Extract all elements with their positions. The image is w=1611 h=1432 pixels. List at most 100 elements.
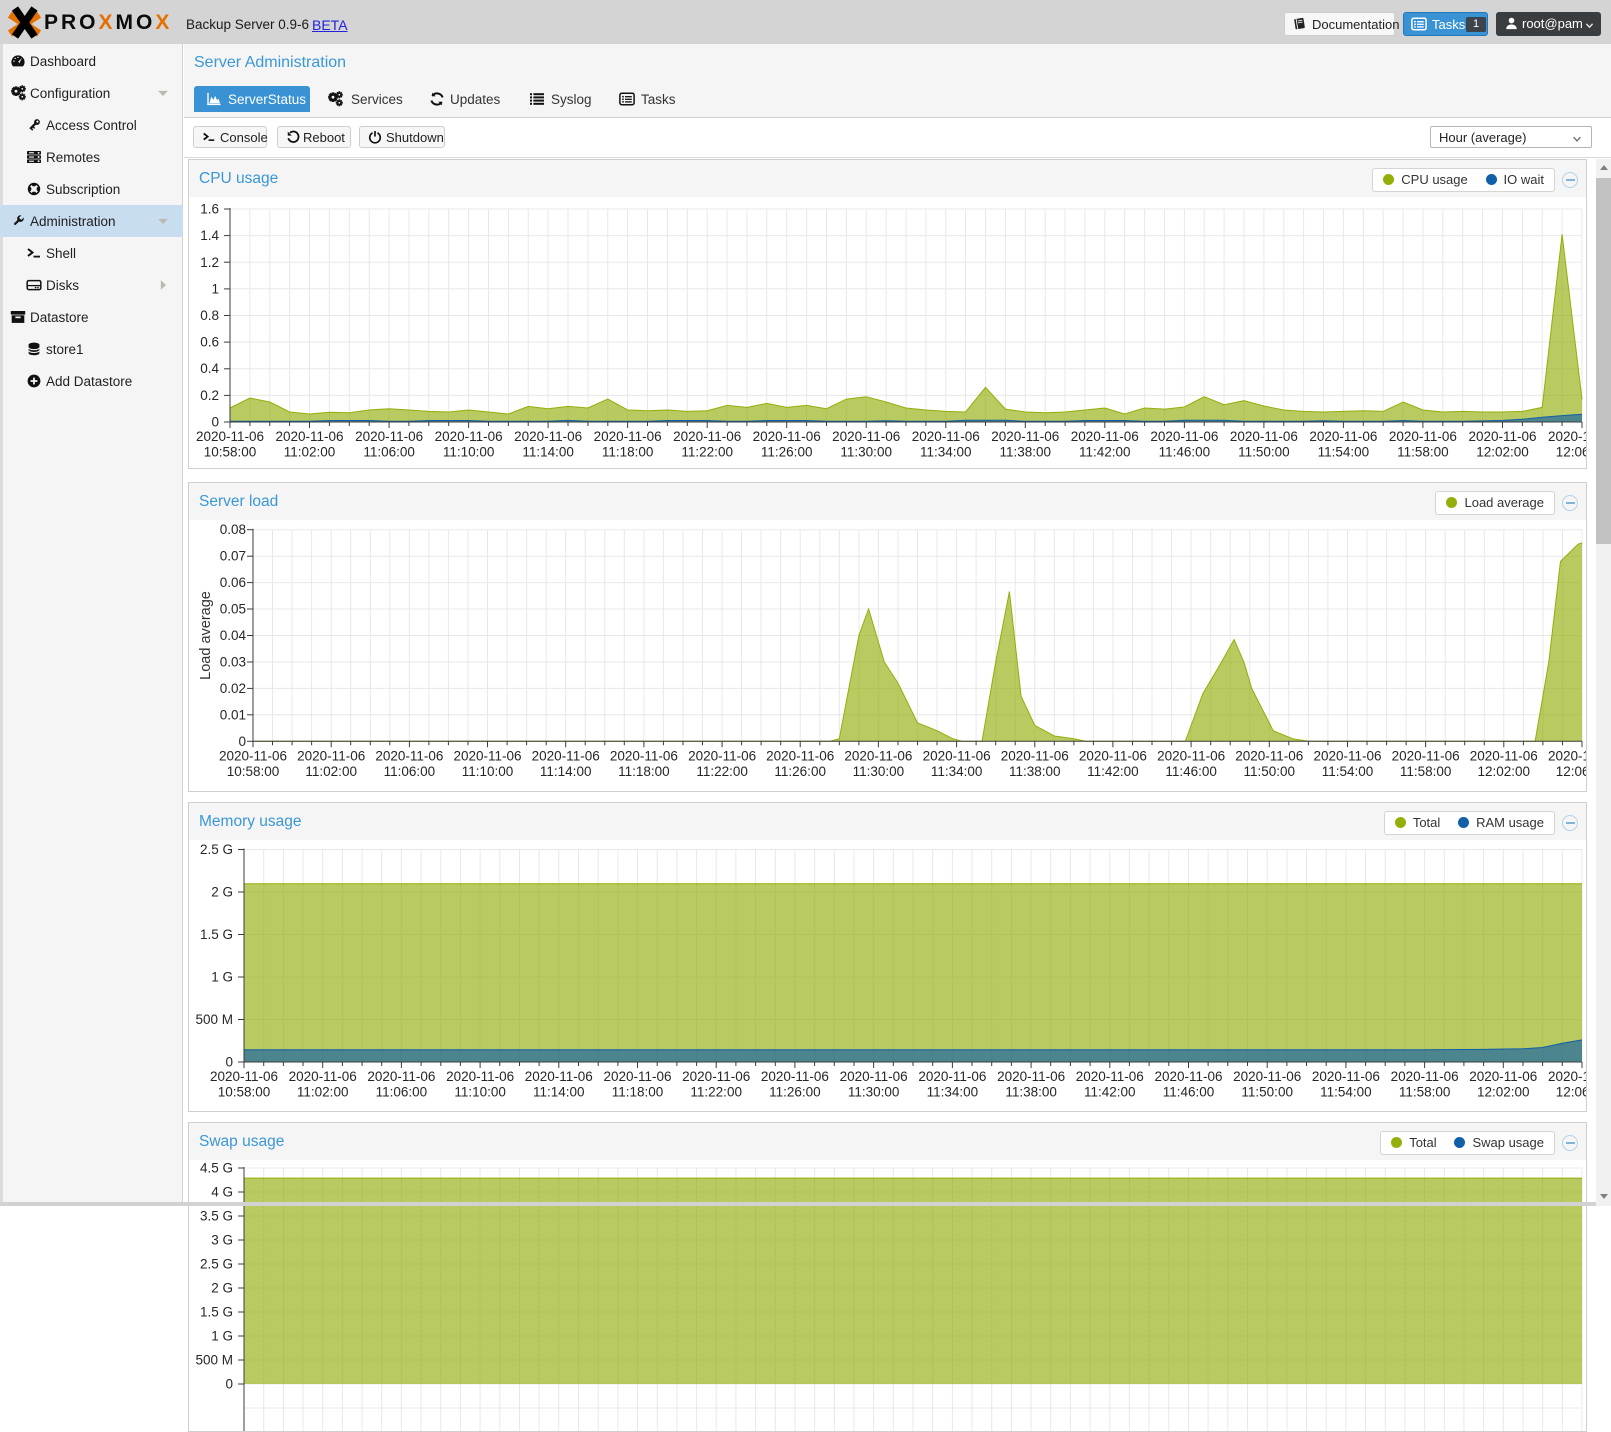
svg-text:0: 0 <box>225 1377 233 1392</box>
svg-text:12:02:00: 12:02:00 <box>1478 764 1531 779</box>
svg-text:0.8: 0.8 <box>200 308 219 323</box>
svg-text:11:58:00: 11:58:00 <box>1399 1085 1451 1100</box>
svg-text:2020-11-06: 2020-11-06 <box>1391 1069 1459 1084</box>
svg-text:11:18:00: 11:18:00 <box>602 445 654 460</box>
svg-text:2020-11-06: 2020-11-06 <box>923 748 991 763</box>
svg-text:2020-11-06: 2020-11-06 <box>761 1069 829 1084</box>
svg-text:2020-11-06: 2020-11-06 <box>1309 429 1377 444</box>
svg-text:500 M: 500 M <box>195 1012 233 1027</box>
svg-text:11:46:00: 11:46:00 <box>1163 1085 1215 1100</box>
svg-text:2020-11-06: 2020-11-06 <box>1312 1069 1380 1084</box>
svg-text:2020-11-06: 2020-11-06 <box>1233 1069 1301 1084</box>
svg-text:12:02:00: 12:02:00 <box>1477 1085 1530 1100</box>
svg-text:4.5 G: 4.5 G <box>200 1161 233 1176</box>
svg-text:0.02: 0.02 <box>220 681 246 696</box>
svg-text:2020-11-06: 2020-11-06 <box>275 429 343 444</box>
svg-text:12:06:00: 12:06:00 <box>1556 445 1586 460</box>
svg-text:2020-11-06: 2020-11-06 <box>1392 748 1460 763</box>
svg-text:Load average: Load average <box>198 591 214 680</box>
svg-text:10:58:00: 10:58:00 <box>218 1085 271 1100</box>
svg-text:11:18:00: 11:18:00 <box>612 1085 664 1100</box>
svg-text:11:22:00: 11:22:00 <box>696 764 748 779</box>
svg-text:2020-11-06: 2020-11-06 <box>297 748 365 763</box>
svg-text:2020-11-06: 2020-11-06 <box>446 1069 514 1084</box>
svg-text:11:50:00: 11:50:00 <box>1241 1085 1293 1100</box>
svg-text:0.2: 0.2 <box>200 388 219 403</box>
svg-text:11:18:00: 11:18:00 <box>618 764 670 779</box>
svg-text:2020-11-06: 2020-11-06 <box>1468 429 1536 444</box>
svg-text:1.6: 1.6 <box>200 202 219 217</box>
svg-text:11:26:00: 11:26:00 <box>761 445 813 460</box>
svg-text:11:02:00: 11:02:00 <box>305 764 357 779</box>
svg-text:11:10:00: 11:10:00 <box>462 764 514 779</box>
svg-text:11:06:00: 11:06:00 <box>376 1085 428 1100</box>
svg-text:11:38:00: 11:38:00 <box>1005 1085 1057 1100</box>
svg-text:2020-11-06: 2020-11-06 <box>682 1069 750 1084</box>
svg-text:2020-11-06: 2020-11-06 <box>367 1069 435 1084</box>
svg-text:2020-11-06: 2020-11-06 <box>219 748 287 763</box>
svg-text:2020-11-06: 2020-11-06 <box>532 748 600 763</box>
svg-text:2020-11-06: 2020-11-06 <box>1548 429 1586 444</box>
svg-text:2020-11-06: 2020-11-06 <box>1548 1069 1586 1084</box>
svg-text:11:34:00: 11:34:00 <box>931 764 983 779</box>
svg-text:11:38:00: 11:38:00 <box>1000 445 1052 460</box>
svg-text:0.06: 0.06 <box>220 575 246 590</box>
svg-text:2020-11-06: 2020-11-06 <box>453 748 521 763</box>
svg-text:2 G: 2 G <box>211 1281 233 1296</box>
svg-text:1.2: 1.2 <box>200 255 219 270</box>
svg-text:11:02:00: 11:02:00 <box>297 1085 349 1100</box>
svg-text:11:38:00: 11:38:00 <box>1009 764 1061 779</box>
svg-text:2020-11-06: 2020-11-06 <box>196 429 264 444</box>
svg-text:0.01: 0.01 <box>220 707 246 722</box>
svg-text:500 M: 500 M <box>195 1353 233 1368</box>
svg-text:11:42:00: 11:42:00 <box>1079 445 1131 460</box>
svg-text:11:34:00: 11:34:00 <box>920 445 972 460</box>
svg-text:2020-11-06: 2020-11-06 <box>1470 748 1538 763</box>
svg-text:11:22:00: 11:22:00 <box>681 445 733 460</box>
svg-text:11:02:00: 11:02:00 <box>284 445 336 460</box>
svg-text:2020-11-06: 2020-11-06 <box>1001 748 1069 763</box>
svg-text:2.5 G: 2.5 G <box>200 842 233 857</box>
svg-text:11:26:00: 11:26:00 <box>774 764 826 779</box>
svg-text:11:58:00: 11:58:00 <box>1397 445 1449 460</box>
svg-text:11:10:00: 11:10:00 <box>443 445 495 460</box>
svg-text:11:42:00: 11:42:00 <box>1084 1085 1136 1100</box>
svg-text:11:06:00: 11:06:00 <box>384 764 436 779</box>
svg-text:12:02:00: 12:02:00 <box>1476 445 1529 460</box>
svg-text:2020-11-06: 2020-11-06 <box>525 1069 593 1084</box>
svg-text:0.03: 0.03 <box>220 655 246 670</box>
svg-text:2020-11-06: 2020-11-06 <box>514 429 582 444</box>
svg-text:0.6: 0.6 <box>200 335 219 350</box>
svg-text:1.4: 1.4 <box>200 228 219 243</box>
svg-text:2020-11-06: 2020-11-06 <box>1154 1069 1222 1084</box>
svg-text:2020-11-06: 2020-11-06 <box>688 748 756 763</box>
svg-text:0: 0 <box>238 734 246 749</box>
svg-text:11:30:00: 11:30:00 <box>848 1085 900 1100</box>
svg-text:2020-11-06: 2020-11-06 <box>766 748 834 763</box>
svg-text:11:14:00: 11:14:00 <box>540 764 592 779</box>
svg-text:11:14:00: 11:14:00 <box>533 1085 585 1100</box>
svg-text:2020-11-06: 2020-11-06 <box>1071 429 1139 444</box>
svg-text:4 G: 4 G <box>211 1185 233 1200</box>
svg-text:2020-11-06: 2020-11-06 <box>289 1069 357 1084</box>
svg-text:2020-11-06: 2020-11-06 <box>1389 429 1457 444</box>
svg-text:11:42:00: 11:42:00 <box>1087 764 1139 779</box>
svg-text:2020-11-06: 2020-11-06 <box>991 429 1059 444</box>
svg-text:12:06:00: 12:06:00 <box>1556 1085 1586 1100</box>
svg-text:2020-11-06: 2020-11-06 <box>1079 748 1147 763</box>
svg-text:10:58:00: 10:58:00 <box>204 445 257 460</box>
svg-text:2020-11-06: 2020-11-06 <box>355 429 423 444</box>
svg-text:11:26:00: 11:26:00 <box>769 1085 821 1100</box>
svg-text:3 G: 3 G <box>211 1233 233 1248</box>
svg-text:2020-11-06: 2020-11-06 <box>832 429 900 444</box>
svg-text:2020-11-06: 2020-11-06 <box>1150 429 1218 444</box>
svg-text:12:06:00: 12:06:00 <box>1556 764 1586 779</box>
svg-text:2020-11-06: 2020-11-06 <box>603 1069 671 1084</box>
svg-text:11:54:00: 11:54:00 <box>1320 1085 1372 1100</box>
svg-text:3.5 G: 3.5 G <box>200 1209 233 1224</box>
svg-text:2.5 G: 2.5 G <box>200 1257 233 1272</box>
svg-text:2020-11-06: 2020-11-06 <box>840 1069 908 1084</box>
svg-text:1 G: 1 G <box>211 1329 233 1344</box>
svg-text:2020-11-06: 2020-11-06 <box>1235 748 1303 763</box>
svg-text:2020-11-06: 2020-11-06 <box>997 1069 1065 1084</box>
